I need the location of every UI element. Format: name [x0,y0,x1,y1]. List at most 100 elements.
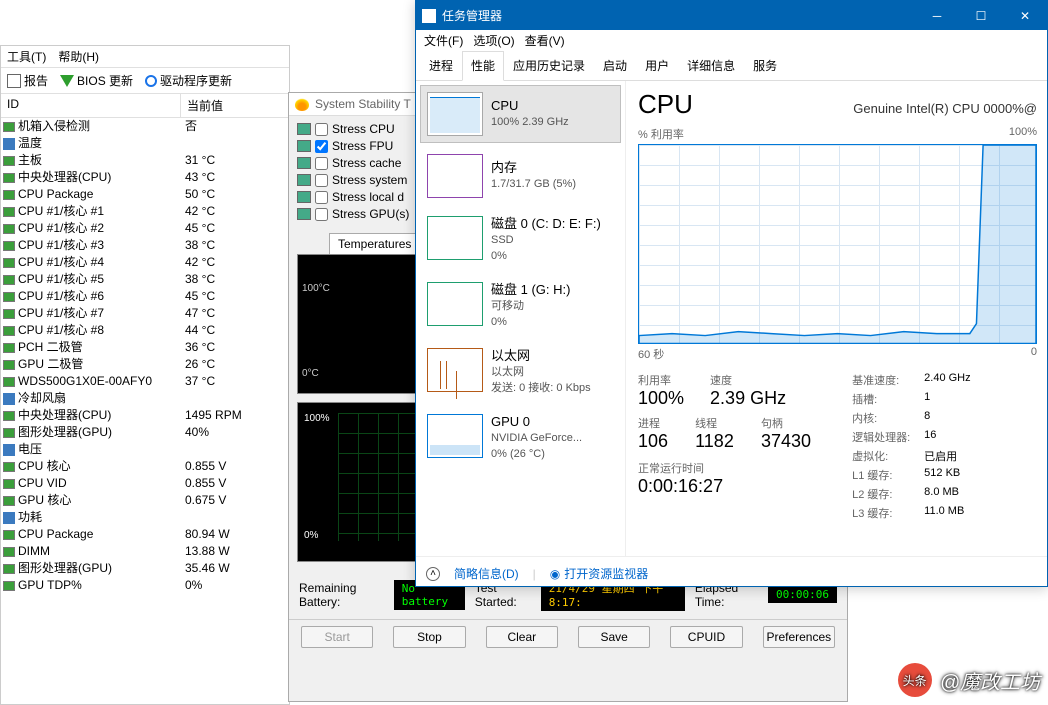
sensor-icon [3,173,15,183]
sidebar-item-gpu[interactable]: GPU 0 NVIDIA GeForce...0% (26 °C) [420,407,621,469]
monitor-icon: ◉ [550,567,560,581]
sensor-row[interactable]: CPU #1/核心 #338 °C [1,237,289,254]
sensor-row[interactable]: CPU #1/核心 #142 °C [1,203,289,220]
task-manager-window: 任务管理器 ─ ☐ ✕ 文件(F) 选项(O) 查看(V) 进程性能应用历史记录… [415,0,1048,587]
menu-view[interactable]: 查看(V) [525,32,565,49]
sidebar-item-cpu[interactable]: CPU 100% 2.39 GHz [420,85,621,143]
tab-服务[interactable]: 服务 [744,51,786,80]
tm-main: CPU Genuine Intel(R) CPU 0000%@ % 利用率 10… [626,81,1047,556]
sensor-window: 工具(T) 帮助(H) 报告 BIOS 更新 驱动程序更新 ID 当前值 机箱入… [0,45,290,705]
sensor-row[interactable]: PCH 二极管36 °C [1,339,289,356]
sensor-row[interactable]: 中央处理器(CPU)1495 RPM [1,407,289,424]
menu-file[interactable]: 文件(F) [424,32,463,49]
stress-checkbox[interactable] [315,140,328,153]
sensor-row[interactable]: CPU #1/核心 #747 °C [1,305,289,322]
option-icon [297,191,311,203]
sensor-row[interactable]: WDS500G1X0E-00AFY037 °C [1,373,289,390]
section-header: 冷却风扇 [1,390,289,407]
preferences-button[interactable]: Preferences [763,626,835,648]
sensor-icon [3,190,15,200]
cpuid-button[interactable]: CPUID [670,626,742,648]
sidebar-item-disk[interactable]: 磁盘 1 (G: H:) 可移动0% [420,275,621,337]
gpu-thumb-icon [427,414,483,458]
sensor-row[interactable]: CPU 核心0.855 V [1,458,289,475]
tab-详细信息[interactable]: 详细信息 [678,51,744,80]
sensor-row[interactable]: 图形处理器(GPU)35.46 W [1,560,289,577]
tm-titlebar[interactable]: 任务管理器 ─ ☐ ✕ [416,1,1047,30]
sensor-row[interactable]: 机箱入侵检测否 [1,118,289,135]
tm-sidebar[interactable]: CPU 100% 2.39 GHz 内存 1.7/31.7 GB (5%) 磁盘… [416,81,626,556]
tm-footer: ˄ 简略信息(D) | ◉ 打开资源监视器 [416,556,1047,590]
tab-启动[interactable]: 启动 [594,51,636,80]
minimize-button[interactable]: ─ [915,1,959,30]
open-resmon-link[interactable]: ◉ 打开资源监视器 [550,565,649,582]
sensor-table-body[interactable]: 机箱入侵检测否温度主板31 °C中央处理器(CPU)43 °CCPU Packa… [1,118,289,594]
driver-update-button[interactable]: 驱动程序更新 [145,72,232,89]
sensor-icon [3,530,15,540]
sensor-icon [3,377,15,387]
sensor-toolbar: 报告 BIOS 更新 驱动程序更新 [1,68,289,94]
tab-temperatures[interactable]: Temperatures [329,233,420,254]
sensor-icon [3,581,15,591]
sensor-icon [3,292,15,302]
sidebar-item-eth[interactable]: 以太网 以太网发送: 0 接收: 0 Kbps [420,341,621,403]
sensor-table-header: ID 当前值 [1,94,289,118]
sensor-icon [3,343,15,353]
menu-help[interactable]: 帮助(H) [58,48,99,65]
sidebar-item-disk[interactable]: 磁盘 0 (C: D: E: F:) SSD0% [420,209,621,271]
sensor-row[interactable]: CPU VID0.855 V [1,475,289,492]
cpu-usage-chart[interactable] [638,144,1037,344]
watermark-text: @魔改工坊 [940,666,1040,695]
sensor-row[interactable]: CPU #1/核心 #442 °C [1,254,289,271]
report-button[interactable]: 报告 [7,72,48,89]
close-button[interactable]: ✕ [1003,1,1047,30]
sensor-row[interactable]: 中央处理器(CPU)43 °C [1,169,289,186]
stress-checkbox[interactable] [315,191,328,204]
mem-thumb-icon [427,154,483,198]
sensor-icon [3,258,15,268]
watermark-badge: 头条 [898,663,932,697]
bios-update-button[interactable]: BIOS 更新 [60,72,133,89]
tab-进程[interactable]: 进程 [420,51,462,80]
sensor-row[interactable]: CPU #1/核心 #538 °C [1,271,289,288]
stress-checkbox[interactable] [315,123,328,136]
sensor-row[interactable]: CPU #1/核心 #245 °C [1,220,289,237]
maximize-button[interactable]: ☐ [959,1,1003,30]
tab-应用历史记录[interactable]: 应用历史记录 [504,51,594,80]
tm-menubar: 文件(F) 选项(O) 查看(V) [416,30,1047,51]
stress-checkbox[interactable] [315,174,328,187]
save-button[interactable]: Save [578,626,650,648]
stop-button[interactable]: Stop [393,626,465,648]
tm-tabs: 进程性能应用历史记录启动用户详细信息服务 [416,51,1047,81]
tab-性能[interactable]: 性能 [462,51,504,81]
sensor-icon [3,275,15,285]
column-id[interactable]: ID [1,94,181,117]
brief-info-link[interactable]: 简略信息(D) [454,565,519,582]
menu-tools[interactable]: 工具(T) [7,48,46,65]
stress-checkbox[interactable] [315,208,328,221]
sensor-row[interactable]: CPU #1/核心 #844 °C [1,322,289,339]
sensor-row[interactable]: CPU Package50 °C [1,186,289,203]
section-header: 温度 [1,135,289,152]
sensor-row[interactable]: CPU #1/核心 #645 °C [1,288,289,305]
clear-button[interactable]: Clear [486,626,558,648]
stress-checkbox[interactable] [315,157,328,170]
tab-用户[interactable]: 用户 [636,51,678,80]
sensor-icon [3,547,15,557]
sensor-row[interactable]: GPU 核心0.675 V [1,492,289,509]
sensor-row[interactable]: 图形处理器(GPU)40% [1,424,289,441]
chevron-up-icon: ˄ [426,567,440,581]
sensor-row[interactable]: DIMM13.88 W [1,543,289,560]
stability-buttons: Start Stop Clear Save CPUID Preferences [289,619,847,654]
sidebar-item-mem[interactable]: 内存 1.7/31.7 GB (5%) [420,147,621,205]
sensor-row[interactable]: CPU Package80.94 W [1,526,289,543]
column-value[interactable]: 当前值 [181,94,289,117]
sensor-icon [3,326,15,336]
cpu-heading: CPU [638,89,693,120]
sensor-row[interactable]: 主板31 °C [1,152,289,169]
start-button[interactable]: Start [301,626,373,648]
sensor-row[interactable]: GPU TDP%0% [1,577,289,594]
cpu-model: Genuine Intel(R) CPU 0000%@ [853,101,1037,116]
sensor-row[interactable]: GPU 二极管26 °C [1,356,289,373]
menu-options[interactable]: 选项(O) [473,32,514,49]
